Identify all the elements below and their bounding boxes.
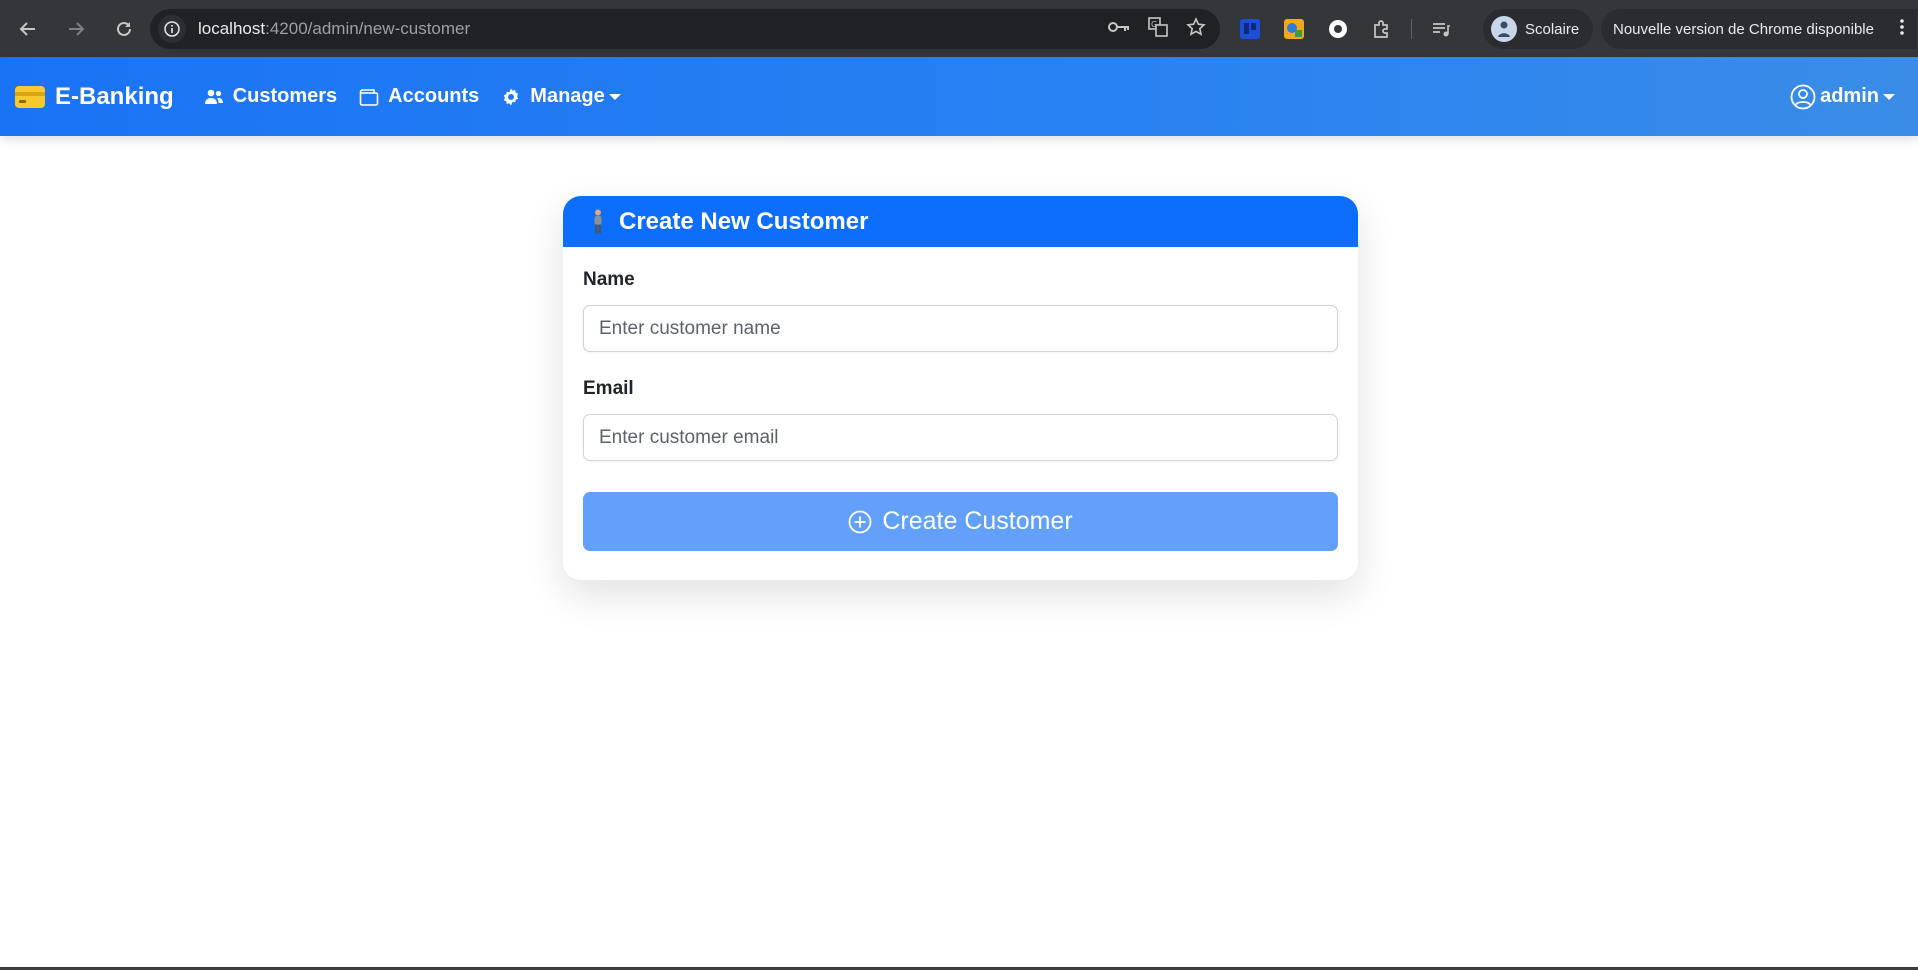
reload-button[interactable] — [104, 9, 144, 49]
create-customer-button[interactable]: Create Customer — [583, 492, 1338, 551]
media-queue-icon[interactable] — [1426, 14, 1456, 44]
name-group: Name — [583, 269, 1338, 352]
name-input[interactable] — [583, 305, 1338, 352]
form-body: Name Email Create Customer — [563, 247, 1358, 571]
people-icon — [204, 89, 224, 105]
site-info-icon[interactable] — [158, 15, 186, 43]
back-button[interactable] — [8, 9, 48, 49]
bookmark-star-icon[interactable] — [1186, 16, 1206, 42]
nav-accounts-label: Accounts — [388, 85, 480, 107]
nav-accounts[interactable]: Accounts — [359, 85, 479, 108]
app-navbar: E-Banking Customers Accounts Manage admi… — [0, 57, 1918, 136]
chrome-update-button[interactable]: Nouvelle version de Chrome disponible — [1601, 9, 1917, 49]
svg-text:G: G — [1151, 20, 1157, 29]
extension-circle-icon[interactable] — [1323, 14, 1353, 44]
plus-circle-icon — [848, 510, 872, 534]
nav-manage-dropdown[interactable]: Manage — [501, 85, 621, 108]
email-group: Email — [583, 378, 1338, 461]
nav-manage-label: Manage — [530, 85, 605, 107]
extensions-puzzle-icon[interactable] — [1367, 14, 1397, 44]
user-name: admin — [1820, 85, 1879, 107]
toolbar-separator — [1411, 19, 1412, 39]
card-title: Create New Customer — [619, 207, 869, 235]
name-label: Name — [583, 269, 635, 290]
update-text: Nouvelle version de Chrome disponible — [1613, 20, 1874, 38]
email-label: Email — [583, 378, 634, 399]
user-menu-dropdown[interactable]: admin — [1790, 57, 1895, 136]
chevron-down-icon — [608, 93, 621, 100]
url-text: localhost:4200/admin/new-customer — [198, 19, 470, 39]
person-icon — [591, 209, 605, 235]
nav-customers-label: Customers — [232, 85, 338, 107]
profile-button[interactable]: Scolaire — [1483, 9, 1594, 49]
gear-icon — [501, 87, 521, 107]
forward-button[interactable] — [56, 9, 96, 49]
chevron-down-icon — [1883, 93, 1895, 100]
nav-customers[interactable]: Customers — [204, 85, 337, 108]
user-circle-icon — [1790, 84, 1816, 110]
more-menu-icon[interactable] — [1899, 18, 1905, 40]
url-path: :4200/admin/new-customer — [265, 19, 471, 38]
profile-name: Scolaire — [1525, 20, 1580, 38]
profile-avatar — [1491, 16, 1517, 42]
brand-name: E-Banking — [55, 82, 174, 110]
card-header: Create New Customer — [563, 196, 1358, 247]
extension-colorful-icon[interactable] — [1279, 14, 1309, 44]
translate-icon[interactable]: G — [1148, 16, 1168, 42]
address-bar[interactable]: localhost:4200/admin/new-customer G — [150, 9, 1220, 49]
brand-link[interactable]: E-Banking — [15, 83, 174, 111]
browser-toolbar: localhost:4200/admin/new-customer G Scol… — [0, 0, 1918, 57]
create-customer-card: Create New Customer Name Email Create Cu… — [563, 196, 1358, 580]
wallet-icon — [359, 88, 379, 106]
create-customer-label: Create Customer — [882, 507, 1073, 535]
url-host: localhost — [198, 19, 266, 38]
email-input[interactable] — [583, 414, 1338, 461]
extension-trello-icon[interactable] — [1235, 14, 1265, 44]
key-icon[interactable] — [1108, 20, 1130, 39]
credit-card-icon — [15, 85, 45, 108]
